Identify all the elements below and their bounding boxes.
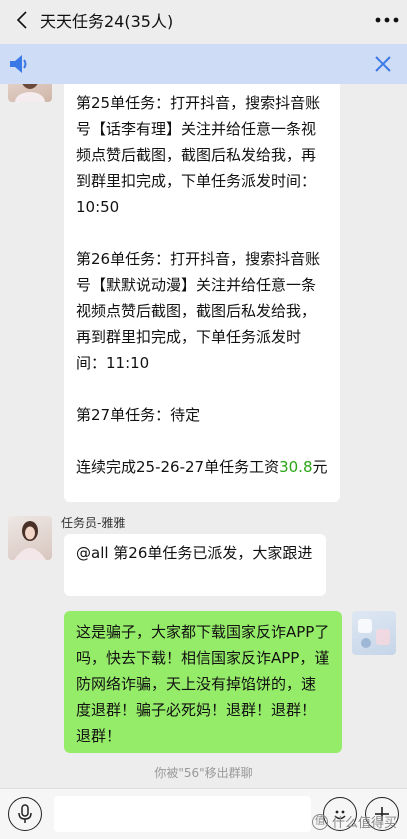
unit-text: 元 [312, 458, 328, 476]
message-text: @all 第26单任务已派发，大家跟进 [76, 544, 313, 562]
voice-input-button[interactable] [8, 797, 42, 831]
avatar[interactable] [352, 611, 396, 655]
message-paragraph: 第27单任务：待定 [76, 406, 201, 424]
message-bubble-assistant[interactable]: @all 第26单任务已派发，大家跟进 [64, 534, 326, 596]
more-button[interactable] [367, 0, 407, 40]
watermark: 值 什么值得买 [311, 812, 397, 831]
message-paragraph: 第25单任务：打开抖音，搜索抖音账号【话李有理】关注并给任意一条视频点赞后截图，… [76, 94, 321, 216]
message-text: 这是骗子，大家都下载国家反诈APP了吗，快去下载！相信国家反诈APP，谨防网络诈… [76, 623, 330, 745]
chevron-left-icon [16, 11, 27, 29]
watermark-badge: 值 [311, 813, 328, 830]
message-paragraph: 第26单任务：打开抖音，搜索抖音账号【默默说动漫】关注并给任意一条视频点赞后截图… [76, 250, 321, 372]
sender-name: 任务员-雅雅 [61, 516, 126, 530]
message-paragraph: 连续完成25-26-27单任务工资30.8元 [76, 454, 328, 480]
system-notice: 你被"56"移出群聊 [154, 766, 253, 780]
top-bar: 天天任务24(35人) [0, 0, 407, 40]
message-input[interactable] [54, 796, 311, 832]
close-icon[interactable] [369, 50, 397, 78]
avatar[interactable] [8, 516, 52, 560]
voice-playback-bar[interactable] [0, 44, 407, 84]
amount-link[interactable]: 30.8 [279, 458, 312, 476]
microphone-icon [18, 804, 32, 823]
avatar[interactable] [8, 84, 52, 102]
message-bubble-self[interactable]: 这是骗子，大家都下载国家反诈APP了吗，快去下载！相信国家反诈APP，谨防网络诈… [64, 611, 342, 753]
message-bubble-task-list[interactable]: 第25单任务：打开抖音，搜索抖音账号【话李有理】关注并给任意一条视频点赞后截图，… [64, 84, 340, 502]
chat-title: 天天任务24(35人) [40, 12, 174, 31]
chat-area[interactable]: 第25单任务：打开抖音，搜索抖音账号【话李有理】关注并给任意一条视频点赞后截图，… [0, 84, 407, 788]
more-dots-icon [375, 17, 399, 23]
salary-text: 连续完成25-26-27单任务工资 [76, 458, 280, 476]
speaker-icon[interactable] [6, 50, 34, 78]
back-button[interactable] [10, 0, 34, 40]
watermark-text: 什么值得买 [331, 816, 397, 831]
